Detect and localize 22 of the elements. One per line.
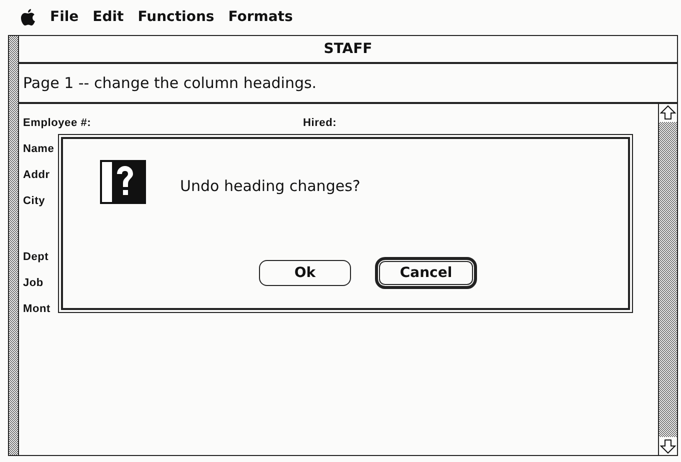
field-label: Employee #: [23, 117, 92, 129]
dialog-button[interactable]: Ok [259, 260, 351, 286]
field-label: City [23, 195, 45, 207]
menu-item[interactable]: File [50, 9, 79, 25]
field-label: Mont [23, 303, 50, 315]
menu-item[interactable]: Edit [92, 9, 124, 25]
menu-item[interactable]: Formats [228, 9, 293, 25]
field-label: Hired: [303, 117, 337, 129]
field-label: Name [23, 143, 54, 155]
field-label: Dept [23, 251, 49, 263]
field-label: Job [23, 277, 44, 289]
scroll-up-icon[interactable] [659, 104, 677, 122]
apple-logo-icon[interactable] [20, 8, 36, 26]
dialog-message: Undo heading changes? [180, 177, 360, 195]
field-label: Addr [23, 169, 50, 181]
scroll-down-icon[interactable] [659, 437, 677, 455]
window-title: STAFF [19, 36, 677, 64]
instruction-text: Page 1 -- change the column headings. [19, 64, 677, 104]
question-icon [100, 160, 146, 204]
dialog-button[interactable]: Cancel [375, 257, 477, 289]
scroll-bar[interactable] [658, 104, 677, 455]
menu-item[interactable]: Functions [138, 9, 214, 25]
